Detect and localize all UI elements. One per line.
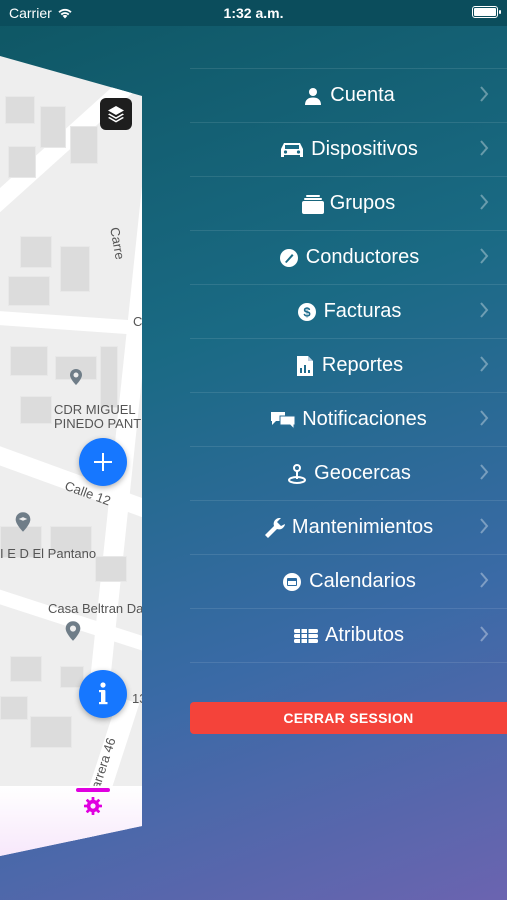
map-label-13: 13 (132, 691, 142, 706)
menu-item-cuenta[interactable]: Cuenta (190, 68, 507, 122)
menu-item-conductores[interactable]: Conductores (190, 230, 507, 284)
location-pin-icon (67, 368, 85, 386)
user-icon (302, 85, 324, 107)
chevron-right-icon (480, 626, 489, 642)
logout-button[interactable]: CERRAR SESSION (190, 702, 507, 734)
info-icon (92, 681, 114, 707)
menu-item-mantenimientos[interactable]: Mantenimientos (190, 500, 507, 554)
menu-item-reportes[interactable]: Reportes (190, 338, 507, 392)
chevron-right-icon (480, 86, 489, 102)
school-pin-icon (12, 511, 34, 533)
menu-item-label: Cuenta (330, 84, 395, 106)
menu-item-label: Atributos (325, 624, 404, 646)
menu-item-label: Grupos (329, 192, 396, 214)
menu-item-label: Facturas (323, 300, 402, 322)
menu-item-notificaciones[interactable]: Notificaciones (190, 392, 507, 446)
chevron-right-icon (480, 356, 489, 372)
report-icon (294, 355, 316, 377)
plus-icon (92, 451, 114, 473)
layers-icon (106, 104, 126, 124)
car-icon (279, 139, 305, 161)
chevron-right-icon (480, 464, 489, 480)
menu-item-dispositivos[interactable]: Dispositivos (190, 122, 507, 176)
status-bar: Carrier 1:32 a.m. (0, 0, 507, 26)
menu-item-label: Geocercas (314, 462, 411, 484)
driver-icon (278, 247, 300, 269)
add-button[interactable] (79, 438, 127, 486)
menu-item-label: Dispositivos (311, 138, 418, 160)
battery-icon (472, 6, 501, 18)
map-panel[interactable]: Carre C CDR MIGUEL PINEDO PANT Calle 12 … (0, 56, 142, 856)
menu-item-label: Mantenimientos (291, 516, 434, 538)
chevron-right-icon (480, 302, 489, 318)
map-view[interactable]: Carre C CDR MIGUEL PINEDO PANT Calle 12 … (0, 56, 142, 856)
attributes-icon (293, 625, 319, 647)
menu-item-calendarios[interactable]: Calendarios (190, 554, 507, 608)
location-pin-icon-2 (62, 620, 84, 642)
menu-item-label: Conductores (305, 246, 420, 268)
map-label-street: Carre (107, 226, 128, 261)
chevron-right-icon (480, 410, 489, 426)
menu-item-grupos[interactable]: Grupos (190, 176, 507, 230)
map-label-place-1a: CDR MIGUEL (54, 402, 136, 417)
layers-button[interactable] (100, 98, 132, 130)
menu-item-label: Calendarios (309, 570, 416, 592)
map-label-school: I E D El Pantano (0, 546, 97, 561)
menu-item-label: Reportes (321, 354, 404, 376)
map-label-street-c: C (133, 314, 142, 329)
info-button[interactable] (79, 670, 127, 718)
map-label-place-2: Casa Beltran Da (48, 601, 142, 616)
gear-icon[interactable] (83, 796, 103, 816)
chevron-right-icon (480, 572, 489, 588)
folders-icon (301, 193, 324, 215)
chevron-right-icon (480, 140, 489, 156)
chat-icon (270, 409, 296, 431)
tab-indicator (76, 788, 110, 792)
chevron-right-icon (480, 194, 489, 210)
wrench-icon (264, 517, 286, 539)
menu-item-label: Notificaciones (302, 408, 427, 430)
dollar-icon: $ (296, 301, 318, 323)
map-bottom-bar (0, 786, 142, 856)
menu-item-facturas[interactable]: $ Facturas (190, 284, 507, 338)
calendar-icon (281, 571, 303, 593)
geofence-icon (286, 463, 308, 485)
map-label-place-1b: PINEDO PANT (54, 416, 142, 431)
chevron-right-icon (480, 518, 489, 534)
menu-item-geocercas[interactable]: Geocercas (190, 446, 507, 500)
svg-text:$: $ (303, 304, 311, 319)
chevron-right-icon (480, 248, 489, 264)
menu-item-atributos[interactable]: Atributos (190, 608, 507, 663)
status-time: 1:32 a.m. (223, 5, 284, 21)
side-menu: Cuenta Dispositivos Grupos Conductores $… (190, 68, 507, 663)
